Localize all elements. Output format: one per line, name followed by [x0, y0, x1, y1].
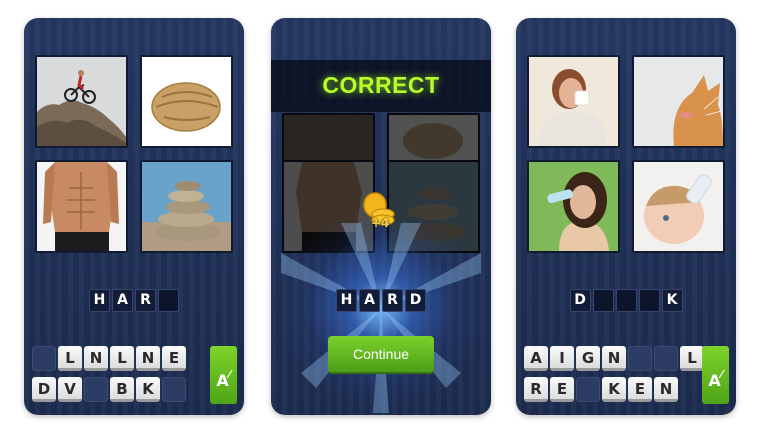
letter-key-empty	[576, 377, 600, 402]
letter-key[interactable]: I	[550, 346, 574, 371]
picture-cat-licking	[632, 55, 725, 148]
answer-slot-empty[interactable]	[592, 289, 614, 312]
picture-walnut	[140, 55, 233, 148]
letter-key-empty	[654, 346, 678, 371]
answer-slots: DK	[516, 289, 736, 312]
letter-key[interactable]: N	[136, 346, 160, 371]
answer-slot-empty[interactable]	[638, 289, 660, 312]
letter-key[interactable]: K	[136, 377, 160, 402]
letter-key[interactable]: L	[680, 346, 704, 371]
letter-key-empty	[628, 346, 652, 371]
hint-button[interactable]: A⁄	[702, 346, 729, 404]
light-rays	[281, 223, 481, 413]
wand-icon: ⁄	[720, 368, 723, 381]
wand-icon: ⁄	[228, 368, 231, 381]
picture-woman-drinking-mug	[527, 55, 620, 148]
answer-slot-empty[interactable]	[615, 289, 637, 312]
answer-slot[interactable]: A	[112, 289, 133, 312]
answer-slot-empty[interactable]	[158, 289, 179, 312]
letter-key[interactable]: D	[32, 377, 56, 402]
letter-key-empty	[84, 377, 108, 402]
correct-title: CORRECT	[322, 72, 440, 98]
answer-letter: A	[359, 289, 380, 312]
letter-keyboard: LNLNE DVBK	[32, 346, 188, 408]
letter-key[interactable]: E	[550, 377, 574, 402]
letter-key[interactable]: R	[524, 377, 548, 402]
picture-baby-with-bottle	[632, 160, 725, 253]
hint-label: A	[216, 371, 229, 390]
letter-key[interactable]: V	[58, 377, 82, 402]
letter-key[interactable]: E	[162, 346, 186, 371]
letter-key[interactable]: L	[58, 346, 82, 371]
picture-mountain-biker	[35, 55, 128, 148]
letter-key[interactable]: N	[84, 346, 108, 371]
letter-key[interactable]: N	[602, 346, 626, 371]
letter-key[interactable]: K	[602, 377, 626, 402]
answer-letter: D	[405, 289, 426, 312]
letter-key[interactable]: A	[524, 346, 548, 371]
letter-key[interactable]: G	[576, 346, 600, 371]
answer-slot[interactable]: H	[89, 289, 110, 312]
letter-keyboard: AIGNL REKEN	[524, 346, 706, 408]
answer-slot[interactable]: K	[661, 289, 683, 312]
picture-muscular-torso	[35, 160, 128, 253]
picture-stacked-stones	[140, 160, 233, 253]
letter-key-empty	[32, 346, 56, 371]
letter-key[interactable]: B	[110, 377, 134, 402]
letter-key-empty	[162, 377, 186, 402]
hint-label: A	[708, 371, 721, 390]
picture-woman-drinking-water	[527, 160, 620, 253]
letter-key[interactable]: E	[628, 377, 652, 402]
letter-key[interactable]: L	[110, 346, 134, 371]
answer-letter: H	[336, 289, 357, 312]
answer-slots: HAR	[24, 289, 244, 312]
letter-key[interactable]: N	[654, 377, 678, 402]
solved-answer: HARD	[271, 289, 491, 312]
puzzle-screen-1: HAR LNLNE DVBK A⁄	[24, 18, 244, 415]
answer-slot[interactable]: D	[569, 289, 591, 312]
correct-screen: CORRECT +4 HARD Continue	[271, 18, 491, 415]
hint-button[interactable]: A⁄	[210, 346, 237, 404]
answer-letter: R	[382, 289, 403, 312]
continue-button[interactable]: Continue	[328, 336, 434, 374]
puzzle-screen-2: DK AIGNL REKEN A⁄	[516, 18, 736, 415]
answer-slot[interactable]: R	[135, 289, 156, 312]
